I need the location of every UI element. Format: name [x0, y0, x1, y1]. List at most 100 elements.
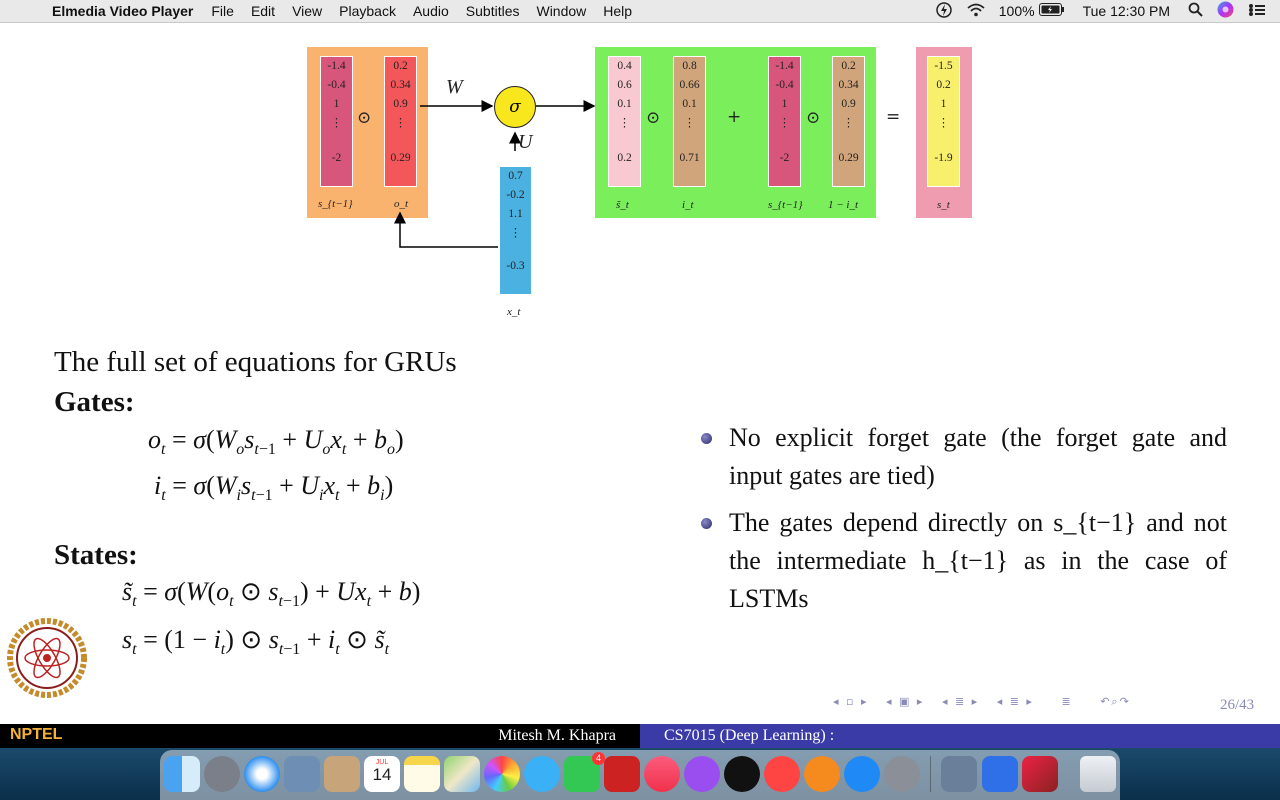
label-s-tilde: s̃_t — [616, 199, 629, 211]
search-icon[interactable] — [1188, 2, 1203, 20]
app-store-icon[interactable] — [844, 756, 880, 792]
vec-value: 0.2 — [841, 60, 856, 72]
equation-o-t: ot = σ(Wost−1 + Uoxt + bo) — [148, 425, 404, 459]
books-icon[interactable] — [804, 756, 840, 792]
menu-view[interactable]: View — [292, 3, 322, 19]
vec-value: -0.2 — [506, 189, 525, 201]
battery-icon[interactable] — [1038, 3, 1065, 19]
messages-icon[interactable] — [524, 756, 560, 792]
footer-author: Mitesh M. Khapra — [498, 727, 616, 744]
menu-window[interactable]: Window — [536, 3, 586, 19]
vec-value: 0.4 — [617, 60, 632, 72]
menu-audio[interactable]: Audio — [413, 3, 449, 19]
control-center-icon[interactable] — [1248, 3, 1266, 20]
equals-op: = — [886, 107, 901, 127]
system-preferences-icon[interactable] — [884, 756, 920, 792]
menu-edit[interactable]: Edit — [251, 3, 275, 19]
footer-course: CS7015 (Deep Learning) : — [664, 727, 835, 744]
page-counter: 26/43 — [1220, 697, 1255, 713]
bullet-2: The gates depend directly on s_{t−1} and… — [729, 508, 1227, 613]
bullet-marker — [701, 518, 712, 529]
states-heading: States: — [54, 539, 138, 571]
vector-s-tilde: 0.4 0.6 0.1 ⋮ 0.2 — [608, 56, 641, 187]
odot-op: ⊙ — [357, 108, 372, 128]
label-s-prev-2: s_{t−1} — [768, 199, 803, 211]
wifi-icon[interactable] — [967, 3, 985, 20]
vec-value: -1.4 — [775, 60, 794, 72]
vec-value: -2 — [779, 152, 790, 164]
iit-logo — [7, 618, 87, 698]
vec-vdots: ⋮ — [778, 117, 791, 129]
slide-canvas: -1.4 -0.4 1 ⋮ -2 ⊙ 0.2 0.34 0.9 ⋮ 0.29 s… — [0, 23, 1280, 724]
nav-subsection2-icon[interactable]: ◂ ≣ ▸ — [997, 695, 1034, 708]
vec-value: -1.5 — [934, 60, 953, 72]
sigma-node: σ — [494, 86, 536, 128]
vec-value: 0.66 — [679, 79, 700, 91]
menu-help[interactable]: Help — [603, 3, 632, 19]
odot-op: ⊙ — [806, 108, 821, 128]
nav-subsection-icon[interactable]: ◂ ▣ ▸ — [886, 695, 924, 708]
vec-value: 0.7 — [508, 170, 523, 182]
vec-vdots: ⋮ — [618, 117, 631, 129]
odot-op: ⊙ — [646, 108, 661, 128]
vec-value: -0.4 — [775, 79, 794, 91]
bolt-icon[interactable] — [935, 1, 953, 21]
battery-percent: 100% — [998, 3, 1035, 19]
facetime-icon[interactable]: 4 — [564, 752, 605, 792]
slide-heading: The full set of equations for GRUs — [54, 346, 457, 378]
beamer-navigation[interactable]: ◂ ▫ ▸ ◂ ▣ ▸ ◂ ≣ ▸ ◂ ≣ ▸ ≣ ↶⌕↷ — [833, 695, 1131, 709]
vec-value: -0.4 — [327, 79, 346, 91]
trash-icon[interactable] — [1080, 756, 1116, 792]
nav-section-icon[interactable]: ◂ ≣ ▸ — [942, 695, 979, 708]
launchpad-icon[interactable] — [204, 756, 240, 792]
vector-s-prev: -1.4 -0.4 1 ⋮ -2 — [320, 56, 353, 187]
vector-s-prev-2: -1.4 -0.4 1 ⋮ -2 — [768, 56, 801, 187]
menu-app-name[interactable]: Elmedia Video Player — [52, 3, 193, 19]
menu-bar: Elmedia Video Player File Edit View Play… — [0, 0, 1280, 23]
nav-toc-icon[interactable]: ≣ — [1061, 695, 1072, 708]
slide-footer: NPTEL Mitesh M. Khapra CS7015 (Deep Lear… — [0, 724, 1280, 748]
vec-value: -1.4 — [327, 60, 346, 72]
bullet-marker — [701, 433, 712, 444]
label-W: W — [446, 76, 463, 98]
equation-s-tilde: s̃t = σ(W(ot ⊙ st−1) + Uxt + b) — [122, 577, 421, 611]
podcasts-icon[interactable] — [684, 756, 720, 792]
acrobat-icon[interactable] — [1022, 756, 1058, 792]
finder-icon[interactable] — [164, 756, 200, 792]
calendar-icon[interactable]: JUL 14 — [364, 756, 400, 792]
dock-divider — [930, 756, 931, 792]
nav-search-icon[interactable]: ↶⌕↷ — [1100, 695, 1131, 708]
news-icon[interactable] — [764, 756, 800, 792]
maps-icon[interactable] — [444, 756, 480, 792]
label-s-t: s_t — [937, 199, 950, 211]
gates-heading: Gates: — [54, 386, 135, 418]
vec-value: -2 — [331, 152, 342, 164]
nav-frame-icon[interactable]: ◂ ▫ ▸ — [833, 695, 869, 708]
equation-s-t: st = (1 − it) ⊙ st−1 + it ⊙ s̃t — [122, 625, 390, 659]
vec-value: 0.1 — [617, 98, 632, 110]
vec-value: 0.34 — [838, 79, 859, 91]
sigma-symbol: σ — [509, 97, 521, 117]
menu-file[interactable]: File — [211, 3, 234, 19]
wps-office-icon[interactable] — [982, 756, 1018, 792]
photos-icon[interactable] — [484, 756, 520, 792]
calendar-day: 14 — [372, 765, 392, 784]
vec-value: 0.6 — [617, 79, 632, 91]
footer-left: NPTEL Mitesh M. Khapra — [0, 724, 640, 748]
vec-value: 0.1 — [682, 98, 697, 110]
apple-tv-icon[interactable] — [724, 756, 760, 792]
menu-clock[interactable]: Tue 12:30 PM — [1083, 3, 1170, 19]
notes-icon[interactable] — [404, 756, 440, 792]
label-U: U — [518, 131, 533, 153]
menu-subtitles[interactable]: Subtitles — [466, 3, 520, 19]
vec-value: 0.29 — [838, 152, 859, 164]
menu-playback[interactable]: Playback — [339, 3, 396, 19]
siri-icon[interactable] — [1217, 1, 1234, 21]
vec-value: 1.1 — [508, 208, 523, 220]
preview-icon[interactable] — [284, 756, 320, 792]
music-icon[interactable] — [644, 756, 680, 792]
photo-booth-icon[interactable] — [604, 756, 640, 792]
contacts-icon[interactable] — [324, 756, 360, 792]
safari-icon[interactable] — [244, 756, 280, 792]
image-capture-icon[interactable] — [941, 756, 977, 792]
